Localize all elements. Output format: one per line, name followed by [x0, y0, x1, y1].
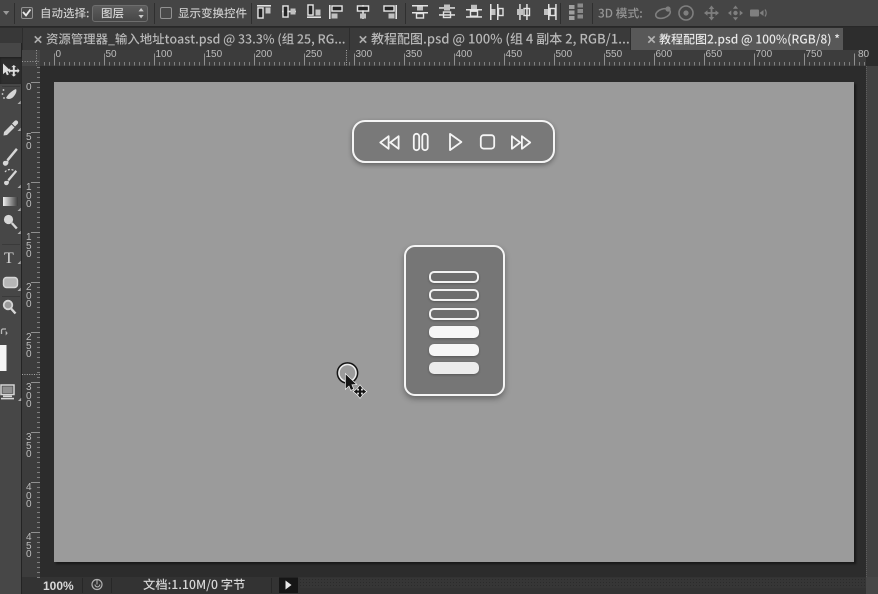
svg-text:T: T: [4, 250, 14, 267]
